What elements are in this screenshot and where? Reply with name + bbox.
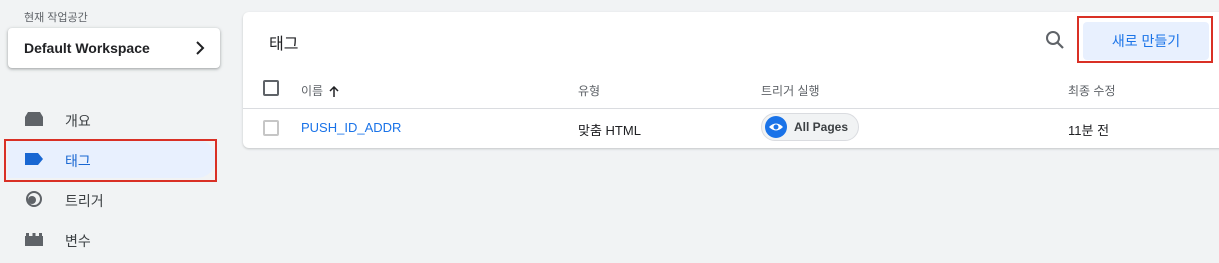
- column-header-name[interactable]: 이름: [301, 82, 339, 99]
- tag-type: 맞춤 HTML: [578, 123, 641, 138]
- workspace-label: 현재 작업공간: [24, 12, 88, 24]
- variables-icon: [25, 233, 43, 246]
- column-header-type[interactable]: 유형: [578, 82, 600, 99]
- eye-icon: [765, 116, 787, 138]
- nav-item-overview[interactable]: 개요: [8, 100, 216, 138]
- workspace-selector[interactable]: Default Workspace: [8, 28, 220, 68]
- table-header: 이름 유형 트리거 실행 최종 수정: [243, 72, 1219, 109]
- trigger-chip-label: All Pages: [794, 120, 849, 134]
- tag-name-link[interactable]: PUSH_ID_ADDR: [301, 120, 401, 135]
- column-header-label: 이름: [301, 84, 324, 98]
- overview-icon: [25, 112, 43, 126]
- table-row: PUSH_ID_ADDR 맞춤 HTML All Pages 11분 전: [243, 109, 1219, 148]
- new-tag-button[interactable]: 새로 만들기: [1083, 22, 1209, 60]
- column-header-modified[interactable]: 최종 수정: [1068, 82, 1116, 99]
- nav-item-label: 태그: [65, 153, 91, 169]
- last-modified: 11분 전: [1068, 123, 1110, 138]
- workspace-name: Default Workspace: [24, 40, 150, 56]
- chevron-right-icon: [196, 41, 205, 55]
- trigger-icon: [26, 191, 42, 207]
- nav-item-variables[interactable]: 변수: [8, 220, 216, 258]
- nav-item-label: 트리거: [65, 193, 104, 209]
- column-header-triggers[interactable]: 트리거 실행: [761, 82, 820, 99]
- search-icon[interactable]: [1043, 28, 1067, 52]
- tags-panel: 태그 새로 만들기 이름 유형 트리거 실행 최종 수정 PUSH_ID_ADD…: [243, 12, 1219, 148]
- trigger-chip[interactable]: All Pages: [761, 113, 859, 141]
- sidebar: 현재 작업공간 Default Workspace 개요 태그 트리거 변수: [0, 0, 232, 263]
- nav-item-tags[interactable]: 태그: [8, 140, 216, 178]
- nav-item-label: 개요: [65, 113, 91, 129]
- nav-item-label: 변수: [65, 233, 91, 249]
- arrow-up-icon: [329, 85, 339, 97]
- select-all-checkbox[interactable]: [263, 80, 279, 96]
- row-checkbox[interactable]: [263, 120, 279, 136]
- nav-item-triggers[interactable]: 트리거: [8, 180, 216, 218]
- tag-icon: [25, 153, 43, 165]
- page-title: 태그: [269, 36, 299, 53]
